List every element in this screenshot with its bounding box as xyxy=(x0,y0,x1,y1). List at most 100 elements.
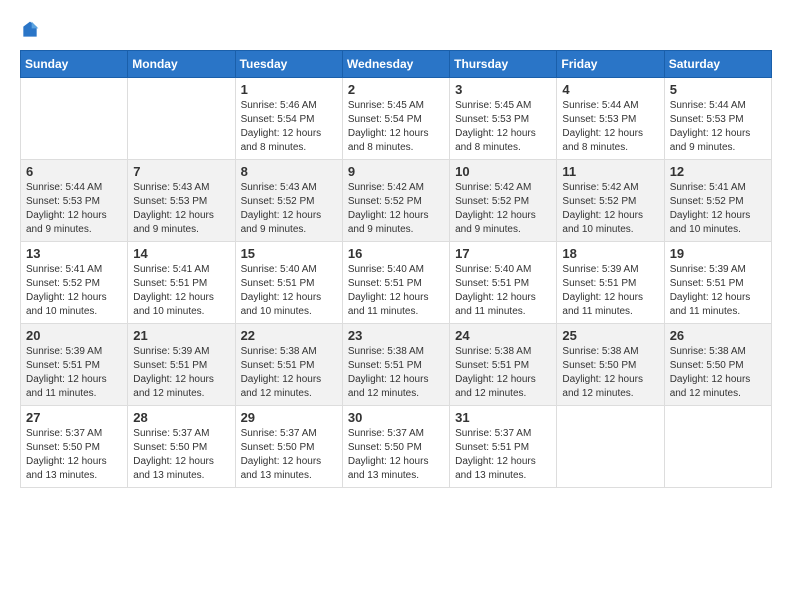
day-number: 23 xyxy=(348,328,444,343)
calendar-cell: 9Sunrise: 5:42 AMSunset: 5:52 PMDaylight… xyxy=(342,160,449,242)
calendar-row-1: 6 Sunrise: 5:44 AMSunset: 5:53 PMDaylight… xyxy=(21,160,772,242)
calendar-cell: 3 Sunrise: 5:45 AMSunset: 5:53 PMDaylight… xyxy=(450,78,557,160)
day-info: Sunrise: 5:37 AMSunset: 5:50 PMDaylight:… xyxy=(133,427,229,483)
day-info: Sunrise: 5:45 AMSunset: 5:54 PMDaylight:… xyxy=(348,99,444,155)
calendar-cell xyxy=(664,406,771,488)
logo xyxy=(20,20,44,40)
day-info: Sunrise: 5:39 AMSunset: 5:51 PMDaylight:… xyxy=(562,263,658,319)
header-friday: Friday xyxy=(557,51,664,78)
day-number: 22 xyxy=(241,328,337,343)
day-number: 31 xyxy=(455,410,551,425)
calendar-cell: 16 Sunrise: 5:40 AMSunset: 5:51 PMDayligh… xyxy=(342,242,449,324)
calendar-cell xyxy=(557,406,664,488)
day-info: Sunrise: 5:43 AMSunset: 5:52 PMDaylight:… xyxy=(241,181,337,237)
day-info: Sunrise: 5:41 AMSunset: 5:51 PMDaylight:… xyxy=(133,263,229,319)
day-number: 20 xyxy=(26,328,122,343)
day-info: Sunrise: 5:37 AMSunset: 5:50 PMDaylight:… xyxy=(26,427,122,483)
day-info: Sunrise: 5:39 AMSunset: 5:51 PMDaylight:… xyxy=(26,345,122,401)
day-number: 15 xyxy=(241,246,337,261)
day-number: 14 xyxy=(133,246,229,261)
calendar-cell: 11Sunrise: 5:42 AMSunset: 5:52 PMDayligh… xyxy=(557,160,664,242)
header-tuesday: Tuesday xyxy=(235,51,342,78)
day-number: 3 xyxy=(455,82,551,97)
logo-icon xyxy=(20,20,40,40)
header-thursday: Thursday xyxy=(450,51,557,78)
calendar-cell xyxy=(128,78,235,160)
calendar-cell: 26 Sunrise: 5:38 AMSunset: 5:50 PMDayligh… xyxy=(664,324,771,406)
day-number: 9 xyxy=(348,164,444,179)
day-info: Sunrise: 5:42 AMSunset: 5:52 PMDaylight:… xyxy=(455,181,551,237)
day-info: Sunrise: 5:37 AMSunset: 5:50 PMDaylight:… xyxy=(348,427,444,483)
day-number: 21 xyxy=(133,328,229,343)
calendar-cell: 21 Sunrise: 5:39 AMSunset: 5:51 PMDayligh… xyxy=(128,324,235,406)
day-info: Sunrise: 5:41 AMSunset: 5:52 PMDaylight:… xyxy=(26,263,122,319)
day-info: Sunrise: 5:38 AMSunset: 5:50 PMDaylight:… xyxy=(562,345,658,401)
calendar-cell: 1Sunrise: 5:46 AMSunset: 5:54 PMDaylight… xyxy=(235,78,342,160)
calendar-cell: 30 Sunrise: 5:37 AMSunset: 5:50 PMDayligh… xyxy=(342,406,449,488)
day-info: Sunrise: 5:39 AMSunset: 5:51 PMDaylight:… xyxy=(670,263,766,319)
calendar-header-row: SundayMondayTuesdayWednesdayThursdayFrid… xyxy=(21,51,772,78)
day-number: 12 xyxy=(670,164,766,179)
calendar-cell: 18 Sunrise: 5:39 AMSunset: 5:51 PMDayligh… xyxy=(557,242,664,324)
calendar-cell: 19 Sunrise: 5:39 AMSunset: 5:51 PMDayligh… xyxy=(664,242,771,324)
calendar-cell: 20 Sunrise: 5:39 AMSunset: 5:51 PMDayligh… xyxy=(21,324,128,406)
day-number: 24 xyxy=(455,328,551,343)
calendar-cell: 15 Sunrise: 5:40 AMSunset: 5:51 PMDayligh… xyxy=(235,242,342,324)
calendar-cell: 12 Sunrise: 5:41 AMSunset: 5:52 PMDayligh… xyxy=(664,160,771,242)
day-info: Sunrise: 5:41 AMSunset: 5:52 PMDaylight:… xyxy=(670,181,766,237)
day-number: 8 xyxy=(241,164,337,179)
calendar-cell: 10 Sunrise: 5:42 AMSunset: 5:52 PMDayligh… xyxy=(450,160,557,242)
calendar-cell: 13Sunrise: 5:41 AMSunset: 5:52 PMDayligh… xyxy=(21,242,128,324)
header-wednesday: Wednesday xyxy=(342,51,449,78)
calendar-cell: 28Sunrise: 5:37 AMSunset: 5:50 PMDayligh… xyxy=(128,406,235,488)
day-number: 25 xyxy=(562,328,658,343)
calendar-cell: 31 Sunrise: 5:37 AMSunset: 5:51 PMDayligh… xyxy=(450,406,557,488)
calendar-row-3: 20 Sunrise: 5:39 AMSunset: 5:51 PMDayligh… xyxy=(21,324,772,406)
calendar-cell: 23 Sunrise: 5:38 AMSunset: 5:51 PMDayligh… xyxy=(342,324,449,406)
day-number: 11 xyxy=(562,164,658,179)
day-number: 6 xyxy=(26,164,122,179)
calendar-cell: 25 Sunrise: 5:38 AMSunset: 5:50 PMDayligh… xyxy=(557,324,664,406)
calendar-cell: 6 Sunrise: 5:44 AMSunset: 5:53 PMDaylight… xyxy=(21,160,128,242)
header-sunday: Sunday xyxy=(21,51,128,78)
day-info: Sunrise: 5:37 AMSunset: 5:50 PMDaylight:… xyxy=(241,427,337,483)
day-number: 19 xyxy=(670,246,766,261)
day-info: Sunrise: 5:40 AMSunset: 5:51 PMDaylight:… xyxy=(241,263,337,319)
day-number: 17 xyxy=(455,246,551,261)
day-number: 7 xyxy=(133,164,229,179)
calendar-cell: 17 Sunrise: 5:40 AMSunset: 5:51 PMDayligh… xyxy=(450,242,557,324)
calendar-cell: 27 Sunrise: 5:37 AMSunset: 5:50 PMDayligh… xyxy=(21,406,128,488)
calendar-table: SundayMondayTuesdayWednesdayThursdayFrid… xyxy=(20,50,772,488)
calendar-row-4: 27 Sunrise: 5:37 AMSunset: 5:50 PMDayligh… xyxy=(21,406,772,488)
day-info: Sunrise: 5:38 AMSunset: 5:50 PMDaylight:… xyxy=(670,345,766,401)
header-monday: Monday xyxy=(128,51,235,78)
day-info: Sunrise: 5:44 AMSunset: 5:53 PMDaylight:… xyxy=(562,99,658,155)
day-info: Sunrise: 5:37 AMSunset: 5:51 PMDaylight:… xyxy=(455,427,551,483)
header-saturday: Saturday xyxy=(664,51,771,78)
calendar-cell: 7Sunrise: 5:43 AMSunset: 5:53 PMDaylight… xyxy=(128,160,235,242)
calendar-cell xyxy=(21,78,128,160)
calendar-cell: 24 Sunrise: 5:38 AMSunset: 5:51 PMDayligh… xyxy=(450,324,557,406)
calendar-cell: 8 Sunrise: 5:43 AMSunset: 5:52 PMDaylight… xyxy=(235,160,342,242)
calendar-cell: 22Sunrise: 5:38 AMSunset: 5:51 PMDayligh… xyxy=(235,324,342,406)
day-info: Sunrise: 5:44 AMSunset: 5:53 PMDaylight:… xyxy=(26,181,122,237)
calendar-cell: 4Sunrise: 5:44 AMSunset: 5:53 PMDaylight… xyxy=(557,78,664,160)
day-number: 2 xyxy=(348,82,444,97)
day-number: 27 xyxy=(26,410,122,425)
day-number: 18 xyxy=(562,246,658,261)
calendar-row-0: 1Sunrise: 5:46 AMSunset: 5:54 PMDaylight… xyxy=(21,78,772,160)
day-number: 30 xyxy=(348,410,444,425)
day-info: Sunrise: 5:45 AMSunset: 5:53 PMDaylight:… xyxy=(455,99,551,155)
day-info: Sunrise: 5:38 AMSunset: 5:51 PMDaylight:… xyxy=(455,345,551,401)
day-info: Sunrise: 5:38 AMSunset: 5:51 PMDaylight:… xyxy=(348,345,444,401)
day-info: Sunrise: 5:40 AMSunset: 5:51 PMDaylight:… xyxy=(348,263,444,319)
calendar-cell: 2 Sunrise: 5:45 AMSunset: 5:54 PMDaylight… xyxy=(342,78,449,160)
day-number: 10 xyxy=(455,164,551,179)
day-info: Sunrise: 5:44 AMSunset: 5:53 PMDaylight:… xyxy=(670,99,766,155)
day-info: Sunrise: 5:39 AMSunset: 5:51 PMDaylight:… xyxy=(133,345,229,401)
day-info: Sunrise: 5:40 AMSunset: 5:51 PMDaylight:… xyxy=(455,263,551,319)
day-number: 16 xyxy=(348,246,444,261)
day-number: 29 xyxy=(241,410,337,425)
day-info: Sunrise: 5:46 AMSunset: 5:54 PMDaylight:… xyxy=(241,99,337,155)
day-number: 26 xyxy=(670,328,766,343)
